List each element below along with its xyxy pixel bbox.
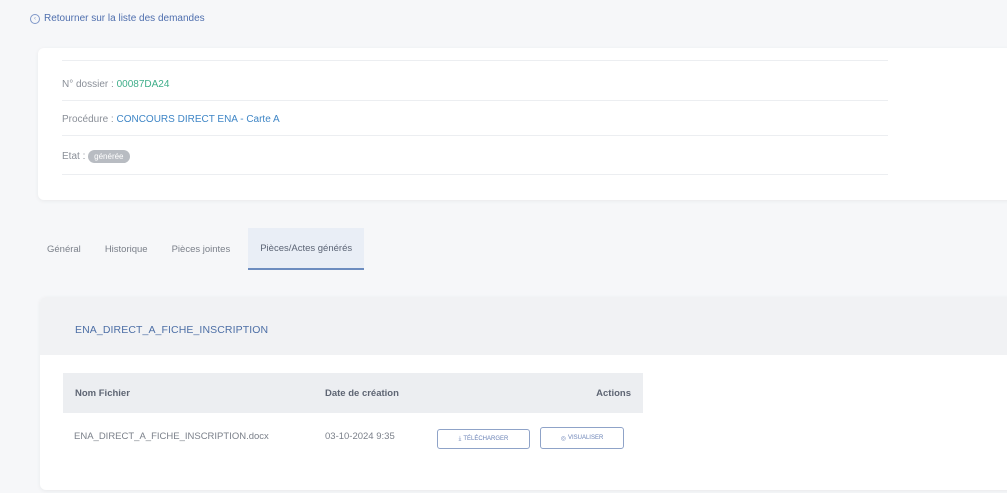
- tab-historique[interactable]: Historique: [93, 228, 160, 270]
- dossier-info-card: N° dossier : 00087DA24 Procédure : CONCO…: [38, 48, 1007, 200]
- table-header: Nom Fichier Date de création Actions: [63, 373, 643, 413]
- procedure-label: Procédure :: [62, 114, 114, 125]
- column-header-nom: Nom Fichier: [75, 388, 130, 399]
- download-icon: ⤓: [458, 435, 462, 442]
- status-badge: générée: [88, 150, 130, 163]
- arrow-left-icon: ‹: [30, 13, 40, 24]
- dossier-number-value: 00087DA24: [116, 79, 170, 90]
- divider: [62, 60, 888, 61]
- download-button-label: TÉLÉCHARGER: [463, 436, 509, 442]
- download-button[interactable]: ⤓ TÉLÉCHARGER: [437, 429, 530, 449]
- back-to-list-link[interactable]: ‹ Retourner sur la liste des demandes: [30, 13, 205, 24]
- tab-pieces-jointes[interactable]: Pièces jointes: [160, 228, 243, 270]
- tab-pieces-actes-generes[interactable]: Pièces/Actes générés: [248, 228, 365, 270]
- file-name-cell: ENA_DIRECT_A_FICHE_INSCRIPTION.docx: [74, 431, 269, 442]
- procedure-value: CONCOURS DIRECT ENA - Carte A: [116, 114, 280, 125]
- view-button[interactable]: ◎ VISUALISER: [540, 427, 624, 449]
- back-link-label: Retourner sur la liste des demandes: [44, 13, 205, 24]
- tab-general[interactable]: Général: [35, 228, 93, 270]
- dossier-number-line: N° dossier : 00087DA24: [62, 79, 169, 90]
- divider: [62, 100, 888, 101]
- section-header: ENA_DIRECT_A_FICHE_INSCRIPTION: [40, 297, 1007, 355]
- column-header-actions: Actions: [596, 388, 631, 399]
- generated-documents-card: ENA_DIRECT_A_FICHE_INSCRIPTION Nom Fichi…: [40, 297, 1007, 490]
- divider: [62, 174, 888, 175]
- column-header-date: Date de création: [325, 388, 399, 399]
- creation-date-cell: 03-10-2024 9:35: [325, 431, 395, 442]
- procedure-line: Procédure : CONCOURS DIRECT ENA - Carte …: [62, 114, 280, 125]
- section-title: ENA_DIRECT_A_FICHE_INSCRIPTION: [75, 324, 269, 336]
- view-button-label: VISUALISER: [567, 435, 604, 441]
- eye-icon: ◎: [560, 435, 566, 442]
- etat-line: Etat : générée: [62, 150, 130, 163]
- divider: [62, 135, 888, 136]
- dossier-number-label: N° dossier :: [62, 79, 114, 90]
- tab-bar: Général Historique Pièces jointes Pièces…: [35, 228, 365, 270]
- etat-label: Etat :: [62, 151, 86, 163]
